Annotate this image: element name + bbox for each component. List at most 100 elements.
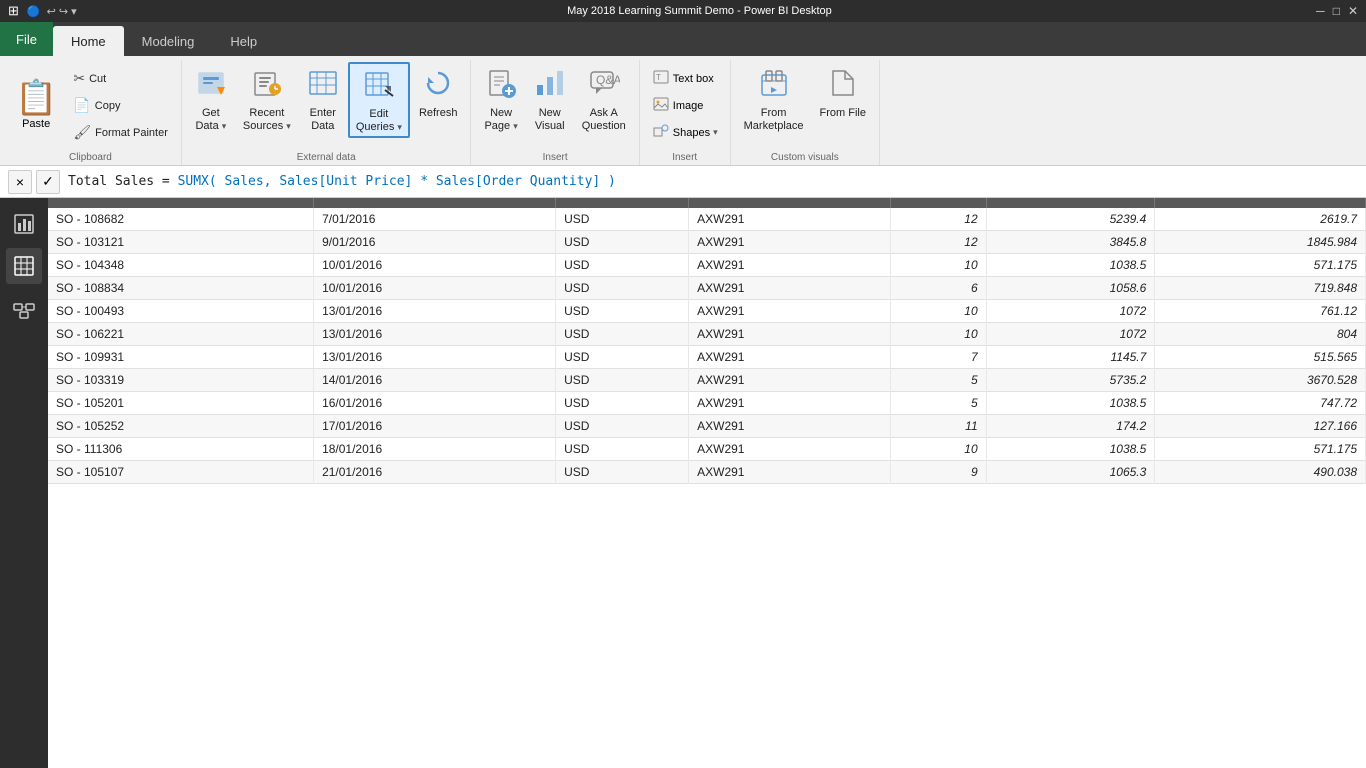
cut-label: Cut [89,73,106,85]
table-cell: 2619.7 [1155,208,1366,231]
table-row: SO - 11130618/01/2016USDAXW291101038.557… [48,438,1366,461]
formula-cancel-btn[interactable]: × [8,170,32,194]
new-page-icon [485,67,517,104]
table-cell: 1072 [986,323,1155,346]
window-title: May 2018 Learning Summit Demo - Power BI… [83,5,1316,17]
sidebar-icon-report[interactable] [6,206,42,242]
table-cell: 719.848 [1155,277,1366,300]
external-data-label: External data [188,149,465,165]
from-file-button[interactable]: From File [813,62,873,132]
image-label: Image [673,100,704,112]
get-data-button[interactable]: GetData ▾ [188,62,234,136]
from-file-icon [827,67,859,104]
table-cell: USD [556,369,689,392]
table-cell: SO - 104348 [48,254,314,277]
table-cell: USD [556,277,689,300]
image-button[interactable]: Image [646,93,724,118]
table-cell: SO - 103319 [48,369,314,392]
table-cell: 1845.984 [1155,231,1366,254]
cut-icon: ✂ [73,70,85,87]
table-cell: 7 [891,346,986,369]
table-cell: SO - 100493 [48,300,314,323]
ribbon: 📋 Paste ✂ Cut 📄 Copy 🖌 Format Painter [0,56,1366,166]
get-data-label: GetData ▾ [195,107,226,133]
copy-label: Copy [95,100,121,112]
edit-queries-button[interactable]: EditQueries ▾ [348,62,410,138]
close-btn[interactable]: ✕ [1348,4,1358,18]
tab-home[interactable]: Home [53,26,124,56]
enter-data-button[interactable]: EnterData [300,62,346,136]
table-cell: 10 [891,254,986,277]
col-header-7 [1155,198,1366,208]
new-page-button[interactable]: NewPage ▾ [477,62,524,136]
table-cell: 21/01/2016 [314,461,556,484]
table-cell: 14/01/2016 [314,369,556,392]
ask-question-button[interactable]: Q&A Ask AQuestion [575,62,633,136]
table-cell: SO - 108834 [48,277,314,300]
table-cell: 12 [891,231,986,254]
sidebar-icon-data[interactable] [6,248,42,284]
table-cell: 18/01/2016 [314,438,556,461]
from-marketplace-button[interactable]: FromMarketplace [737,62,811,136]
table-cell: USD [556,300,689,323]
svg-text:T: T [656,73,661,82]
minimize-btn[interactable]: ─ [1316,4,1325,18]
table-cell: 761.12 [1155,300,1366,323]
data-table: SO - 1086827/01/2016USDAXW291125239.4261… [48,198,1366,484]
table-cell: 6 [891,277,986,300]
table-cell: 3670.528 [1155,369,1366,392]
table-cell: AXW291 [689,300,891,323]
table-cell: 571.175 [1155,438,1366,461]
table-cell: SO - 105252 [48,415,314,438]
table-cell: USD [556,208,689,231]
format-painter-button[interactable]: 🖌 Format Painter [66,120,175,145]
insert-group: NewPage ▾ NewVisual Q&A Ask AQuestion In… [471,60,639,165]
table-cell: 571.175 [1155,254,1366,277]
table-cell: 10 [891,300,986,323]
ask-question-label: Ask AQuestion [582,107,626,133]
text-box-button[interactable]: T Text box [646,66,724,91]
image-icon [652,96,670,115]
paste-icon: 📋 [15,78,57,118]
paste-label: Paste [22,118,50,130]
shapes-label: Shapes [673,127,710,139]
formula-confirm-btn[interactable]: ✓ [36,170,60,194]
table-cell: 17/01/2016 [314,415,556,438]
title-bar: ⊞ 🔵 ↩ ↪ ▾ May 2018 Learning Summit Demo … [0,0,1366,22]
table-cell: SO - 106221 [48,323,314,346]
format-painter-label: Format Painter [95,127,168,139]
table-cell: 1145.7 [986,346,1155,369]
refresh-button[interactable]: Refresh [412,62,465,132]
recent-sources-button[interactable]: RecentSources ▾ [236,62,298,136]
shapes-icon [652,123,670,142]
table-cell: 5 [891,369,986,392]
tab-help[interactable]: Help [212,26,275,56]
table-row: SO - 10993113/01/2016USDAXW29171145.7515… [48,346,1366,369]
cut-button[interactable]: ✂ Cut [66,66,175,91]
insert-objects-group: T Text box Image Shapes ▾ [640,60,731,165]
sidebar-icon-model[interactable] [6,290,42,326]
table-row: SO - 10520116/01/2016USDAXW29151038.5747… [48,392,1366,415]
custom-visuals-group: FromMarketplace From File Custom visuals [731,60,880,165]
col-header-5 [891,198,986,208]
table-cell: 10 [891,438,986,461]
table-row: SO - 10622113/01/2016USDAXW291101072804 [48,323,1366,346]
clipboard-label: Clipboard [6,149,175,165]
table-cell: AXW291 [689,208,891,231]
formula-plain-text: Total Sales = [68,174,178,189]
table-cell: 16/01/2016 [314,392,556,415]
table-cell: 127.166 [1155,415,1366,438]
shapes-button[interactable]: Shapes ▾ [646,120,724,145]
from-marketplace-icon [758,67,790,104]
tab-modeling[interactable]: Modeling [124,26,213,56]
enter-data-label: EnterData [310,107,336,133]
new-visual-button[interactable]: NewVisual [527,62,573,136]
maximize-btn[interactable]: □ [1333,4,1340,18]
col-header-1 [48,198,314,208]
copy-button[interactable]: 📄 Copy [66,93,175,118]
ask-question-icon: Q&A [588,67,620,104]
tab-file[interactable]: File [0,22,53,56]
recent-sources-label: RecentSources ▾ [243,107,291,133]
paste-button[interactable]: 📋 Paste [6,62,66,145]
table-cell: 804 [1155,323,1366,346]
